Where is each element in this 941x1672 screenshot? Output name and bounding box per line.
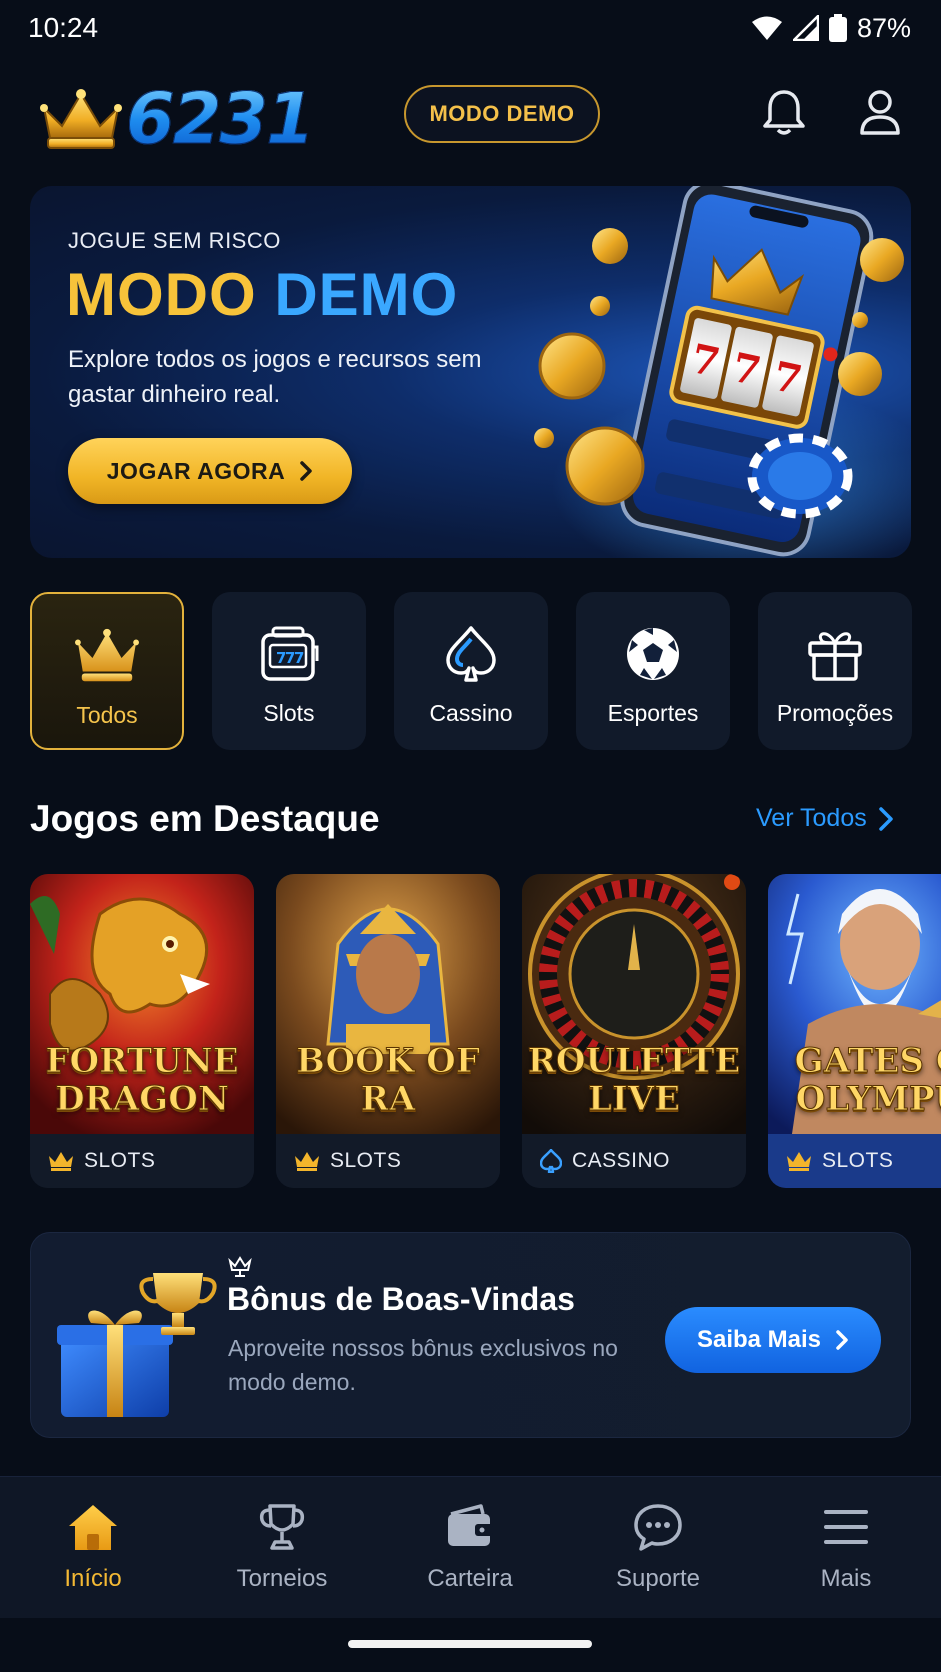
soccer-ball-icon	[621, 622, 685, 686]
game-category-tag: CASSINO	[522, 1134, 746, 1188]
see-all-link[interactable]: Ver Todos	[756, 804, 893, 833]
svg-text:7: 7	[294, 649, 304, 667]
signal-icon	[792, 15, 819, 41]
user-icon[interactable]	[854, 86, 906, 138]
game-title: ROULETTE LIVE	[522, 1041, 746, 1119]
game-title-line1: GATES O	[794, 1041, 941, 1081]
wifi-icon	[751, 16, 782, 40]
hero-banner[interactable]: JOGUE SEM RISCO MODO DEMO Explore todos …	[30, 186, 911, 558]
gift-trophy-illustration	[57, 1273, 217, 1417]
chevron-right-icon	[878, 806, 893, 831]
category-promocoes[interactable]: Promoções	[758, 592, 912, 750]
featured-games-carousel[interactable]: FORTUNE DRAGON SLOTS BOOK OF RA SLOTS RO…	[30, 874, 941, 1190]
game-title-line2: DRAGON	[55, 1079, 230, 1119]
play-now-label: JOGAR AGORA	[106, 457, 286, 484]
hero-eyebrow: JOGUE SEM RISCO	[68, 228, 281, 253]
nav-carteira[interactable]: Carteira	[395, 1499, 545, 1593]
play-now-button[interactable]: JOGAR AGORA	[68, 438, 352, 504]
nav-inicio[interactable]: Início	[18, 1499, 168, 1593]
game-category-tag: SLOTS	[30, 1134, 254, 1188]
nav-label: Mais	[820, 1565, 872, 1592]
home-icon	[65, 1499, 121, 1555]
hero-description: Explore todos os jogos e recursos sem ga…	[68, 346, 482, 408]
game-card-roulette-live[interactable]: ROULETTE LIVE CASSINO	[522, 874, 746, 1188]
hero-title-part1: MODO	[66, 261, 257, 328]
game-card-fortune-dragon[interactable]: FORTUNE DRAGON SLOTS	[30, 874, 254, 1188]
game-title: BOOK OF RA	[276, 1041, 500, 1119]
category-esportes[interactable]: Esportes	[576, 592, 730, 750]
category-label: Promoções	[776, 700, 894, 726]
chat-icon	[630, 1499, 686, 1555]
game-category-tag: SLOTS	[276, 1134, 500, 1188]
logo-text: 6231	[126, 78, 316, 161]
nav-label: Torneios	[236, 1565, 328, 1592]
learn-more-button[interactable]: Saiba Mais	[665, 1307, 881, 1373]
crown-small-icon	[228, 1256, 252, 1277]
game-title-line2: RA	[360, 1079, 416, 1119]
nav-label: Carteira	[427, 1565, 513, 1592]
status-time: 10:24	[28, 12, 99, 43]
gift-icon	[803, 622, 867, 686]
bonus-title: Bônus de Boas-Vindas	[227, 1281, 575, 1317]
crown-icon	[787, 1152, 811, 1171]
bonus-description: Aproveite nossos bônus exclusivos no mod…	[228, 1335, 618, 1395]
game-category-label: SLOTS	[84, 1149, 156, 1172]
game-title-line2: OLYMPU	[795, 1079, 941, 1119]
crown-icon	[295, 1152, 319, 1171]
game-card-book-of-ra[interactable]: BOOK OF RA SLOTS	[276, 874, 500, 1188]
trophy-icon	[254, 1499, 310, 1555]
see-all-label: Ver Todos	[756, 804, 867, 832]
game-category-label: SLOTS	[330, 1149, 402, 1172]
game-title-line1: FORTUNE	[45, 1041, 239, 1081]
hero-title: MODO DEMO	[66, 260, 458, 329]
game-title: FORTUNE DRAGON	[30, 1041, 254, 1119]
game-title-line1: BOOK OF	[296, 1041, 481, 1081]
game-category-label: SLOTS	[822, 1149, 894, 1172]
home-indicator[interactable]	[348, 1640, 592, 1648]
category-label: Cassino	[429, 700, 513, 726]
app-header: 6231 MODO DEMO	[0, 70, 941, 161]
spade-icon	[540, 1149, 562, 1173]
category-todos[interactable]: Todos	[30, 592, 184, 750]
bottom-navigation: Início Torneios Carteira Suporte Mais	[0, 1476, 941, 1618]
bell-icon[interactable]	[758, 86, 810, 138]
brand-logo[interactable]: 6231	[40, 78, 316, 161]
featured-games-title: Jogos em Destaque	[30, 798, 380, 839]
game-category-label: CASSINO	[572, 1149, 671, 1172]
game-title-line2: LIVE	[587, 1079, 681, 1119]
slot-machine-icon: 777	[257, 622, 321, 686]
hero-title-part2: DEMO	[274, 261, 459, 328]
nav-mais[interactable]: Mais	[771, 1499, 921, 1593]
chevron-right-icon	[836, 1330, 848, 1350]
status-indicators: 87%	[751, 13, 911, 44]
category-tabs: Todos 777 Slots Cassino Esportes Promoçõ…	[30, 592, 912, 750]
learn-more-label: Saiba Mais	[696, 1326, 822, 1353]
phone-slot-illustration: 7 7 7	[534, 186, 904, 557]
nav-label: Início	[64, 1565, 122, 1592]
demo-mode-badge[interactable]: MODO DEMO	[404, 85, 600, 143]
nav-torneios[interactable]: Torneios	[207, 1499, 357, 1593]
crown-icon	[49, 1152, 73, 1171]
game-card-gates-of-olympus[interactable]: GATES O OLYMPU SLOTS	[768, 874, 941, 1188]
crown-icon	[40, 89, 122, 149]
wallet-icon	[442, 1499, 498, 1555]
game-category-tag: SLOTS	[768, 1134, 941, 1188]
spade-icon	[439, 622, 503, 686]
nav-label: Suporte	[615, 1565, 701, 1592]
category-label: Slots	[263, 700, 315, 726]
status-bar: 10:24 87%	[0, 0, 941, 56]
category-slots[interactable]: 777 Slots	[212, 592, 366, 750]
category-label: Todos	[76, 702, 138, 728]
welcome-bonus-card[interactable]: Bônus de Boas-Vindas Aproveite nossos bô…	[30, 1232, 911, 1438]
battery-icon	[828, 14, 847, 42]
menu-icon	[818, 1499, 874, 1555]
battery-percent: 87%	[856, 12, 911, 43]
chevron-right-icon	[300, 461, 312, 481]
crown-icon	[75, 624, 139, 688]
nav-suporte[interactable]: Suporte	[583, 1499, 733, 1593]
category-label: Esportes	[607, 700, 699, 726]
game-title: GATES O OLYMPU	[768, 1041, 941, 1119]
category-cassino[interactable]: Cassino	[394, 592, 548, 750]
game-title-line1: ROULETTE	[527, 1041, 741, 1081]
